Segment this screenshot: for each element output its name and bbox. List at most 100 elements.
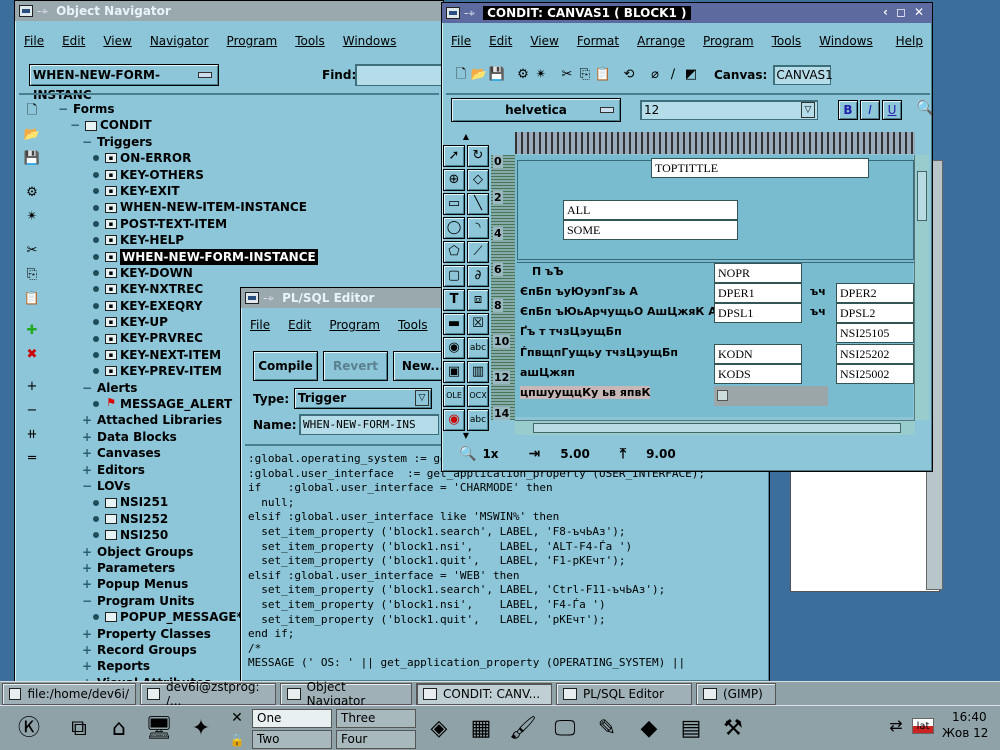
network-icon[interactable]: ▤ bbox=[674, 712, 708, 746]
ole-tool-icon[interactable]: OLE bbox=[443, 385, 465, 407]
paint-icon[interactable]: 🖌 bbox=[506, 712, 540, 746]
collapse-icon[interactable]: − bbox=[81, 134, 93, 150]
nav-menu-windows[interactable]: Windows bbox=[343, 34, 397, 48]
expand-icon[interactable]: + bbox=[23, 378, 41, 396]
layout-menu-format[interactable]: Format bbox=[577, 34, 619, 48]
canvas-select[interactable]: CANVAS1 bbox=[773, 65, 833, 85]
tree-node[interactable]: ▪ WHEN-NEW-ITEM-INSTANCE bbox=[57, 199, 443, 215]
collapse-icon[interactable]: − bbox=[81, 478, 93, 494]
package-icon[interactable]: ✦ bbox=[184, 712, 218, 746]
collapse-icon[interactable]: − bbox=[57, 101, 69, 117]
bevel-icon[interactable]: ◩ bbox=[682, 66, 700, 84]
open-icon[interactable]: 📂 bbox=[23, 126, 41, 144]
expand-icon[interactable]: + bbox=[81, 429, 93, 445]
layout-menu-file[interactable]: File bbox=[451, 34, 471, 48]
nsi25202-field[interactable]: NSI25202 bbox=[836, 344, 914, 364]
task-button[interactable]: (GIMP) bbox=[696, 683, 776, 705]
app-icon-1[interactable]: ◈ bbox=[422, 712, 456, 746]
arc-tool-icon[interactable]: ◝ bbox=[467, 217, 489, 239]
tools-icon[interactable]: ⚒ bbox=[716, 712, 750, 746]
layout-menu-edit[interactable]: Edit bbox=[489, 34, 512, 48]
polyline-tool-icon[interactable]: ⟋ bbox=[467, 241, 489, 263]
calculator-icon[interactable]: ▦ bbox=[464, 712, 498, 746]
no-fill-icon[interactable]: ⌀ bbox=[646, 66, 664, 84]
expand-icon[interactable]: + bbox=[81, 560, 93, 576]
find-input[interactable] bbox=[355, 64, 443, 86]
ellipse-tool-icon[interactable]: ◯ bbox=[443, 217, 465, 239]
new-icon[interactable]: 🗋 bbox=[23, 102, 41, 120]
layout-menu-view[interactable]: View bbox=[530, 34, 558, 48]
polygon-tool-icon[interactable]: ⬠ bbox=[443, 241, 465, 263]
nav-menu-file[interactable]: File bbox=[24, 34, 44, 48]
expand-all-icon[interactable]: ⧺ bbox=[23, 426, 41, 444]
kods-field[interactable]: KODS bbox=[714, 364, 802, 384]
expand-icon[interactable]: + bbox=[81, 576, 93, 592]
paste-icon[interactable]: 📋 bbox=[23, 290, 41, 308]
tree-node[interactable]: ▪ WHEN-NEW-FORM-INSTANCE bbox=[57, 248, 443, 265]
vscroll-thumb[interactable] bbox=[917, 171, 927, 221]
hscroll-thumb[interactable] bbox=[533, 423, 901, 433]
desktop-three[interactable]: Three bbox=[336, 709, 416, 728]
navigator-titlebar[interactable]: -⌖ Object Navigator bbox=[15, 1, 443, 21]
run-icon[interactable]: ⚙ bbox=[514, 66, 532, 84]
plsql-code[interactable]: :global.operating_system := get_applicat… bbox=[248, 452, 765, 671]
rectangle-tool-icon[interactable]: ▭ bbox=[443, 193, 465, 215]
home-icon[interactable]: ⌂ bbox=[102, 712, 136, 746]
collapse-icon[interactable]: − bbox=[23, 402, 41, 420]
window-icon[interactable] bbox=[245, 292, 259, 304]
magnify-tool-icon[interactable]: ⊕ bbox=[443, 169, 465, 191]
rotate-tool-icon[interactable]: ↻ bbox=[467, 145, 489, 167]
kodn-field[interactable]: KODN bbox=[714, 344, 802, 364]
text-tool-icon[interactable]: T bbox=[443, 289, 465, 311]
font-name-select[interactable]: helvetica bbox=[451, 98, 621, 122]
layout-menu-tools[interactable]: Tools bbox=[772, 34, 802, 48]
tree-node[interactable]: − Triggers bbox=[57, 134, 443, 150]
underline-button[interactable]: U bbox=[882, 100, 902, 120]
plsql-menu-tools[interactable]: Tools bbox=[398, 318, 428, 332]
ocx-tool-icon[interactable]: OCX bbox=[467, 385, 489, 407]
text-item-tool-icon[interactable]: abc bbox=[467, 337, 489, 359]
pin-icon[interactable]: -⌖ bbox=[37, 4, 48, 19]
rounded-rect-tool-icon[interactable]: ▢ bbox=[443, 265, 465, 287]
tree-node[interactable]: ▪ KEY-OTHERS bbox=[57, 167, 443, 183]
tree-node[interactable]: ▪ POST-TEXT-ITEM bbox=[57, 216, 443, 232]
copy-icon[interactable]: ⎘ bbox=[23, 266, 41, 284]
no-line-icon[interactable]: ∕ bbox=[664, 66, 682, 84]
window-list-icon[interactable]: ⧉ bbox=[62, 712, 96, 746]
plsql-menu-program[interactable]: Program bbox=[329, 318, 380, 332]
italic-button[interactable]: I bbox=[860, 100, 880, 120]
location-select[interactable]: WHEN-NEW-FORM-INSTANC bbox=[29, 64, 219, 102]
dper2-field[interactable]: DPER2 bbox=[836, 283, 914, 303]
all-field[interactable]: ALL bbox=[563, 200, 738, 220]
close-button[interactable]: ✕ bbox=[914, 5, 924, 19]
paste-icon[interactable]: 📋 bbox=[594, 66, 612, 84]
task-button[interactable]: CONDIT: CANV... bbox=[416, 683, 552, 705]
desktop-four[interactable]: Four bbox=[336, 730, 416, 749]
chart-tool-icon[interactable]: ▥ bbox=[467, 361, 489, 383]
save-icon[interactable]: 💾 bbox=[23, 150, 41, 168]
desktop-one[interactable]: One bbox=[252, 709, 332, 728]
radio-tool-icon[interactable]: ◉ bbox=[443, 337, 465, 359]
image-tool-icon[interactable]: ▣ bbox=[443, 361, 465, 383]
expand-icon[interactable]: + bbox=[81, 412, 93, 428]
select-tool-icon[interactable]: ➚ bbox=[443, 145, 465, 167]
delete-icon[interactable]: ✖ bbox=[23, 346, 41, 364]
cut-icon[interactable]: ✂ bbox=[558, 66, 576, 84]
sound-tool-icon[interactable]: ◉ bbox=[443, 409, 465, 431]
cut-icon[interactable]: ✂ bbox=[23, 242, 41, 260]
lock-icon[interactable]: 🔒 bbox=[226, 730, 248, 750]
desktop-two[interactable]: Two bbox=[252, 730, 332, 749]
debug-icon[interactable]: ✴ bbox=[23, 208, 41, 226]
dpsl1-field[interactable]: DPSL1 bbox=[714, 303, 802, 323]
tree-node[interactable]: ▪ KEY-EXIT bbox=[57, 183, 443, 199]
task-button[interactable]: file:/home/dev6i/ bbox=[2, 683, 136, 705]
toptitle-field[interactable]: TOPTITTLE bbox=[651, 158, 869, 178]
new-icon[interactable]: 🗋 bbox=[452, 66, 470, 84]
editor-icon[interactable]: ✎ bbox=[590, 712, 624, 746]
task-button[interactable]: PL/SQL Editor bbox=[556, 683, 692, 705]
nopr-field[interactable]: NOPR bbox=[714, 263, 802, 283]
expand-icon[interactable]: + bbox=[81, 445, 93, 461]
expand-icon[interactable]: + bbox=[81, 462, 93, 478]
layout-menu-arrange[interactable]: Arrange bbox=[637, 34, 685, 48]
dpsl2-field[interactable]: DPSL2 bbox=[836, 303, 914, 323]
